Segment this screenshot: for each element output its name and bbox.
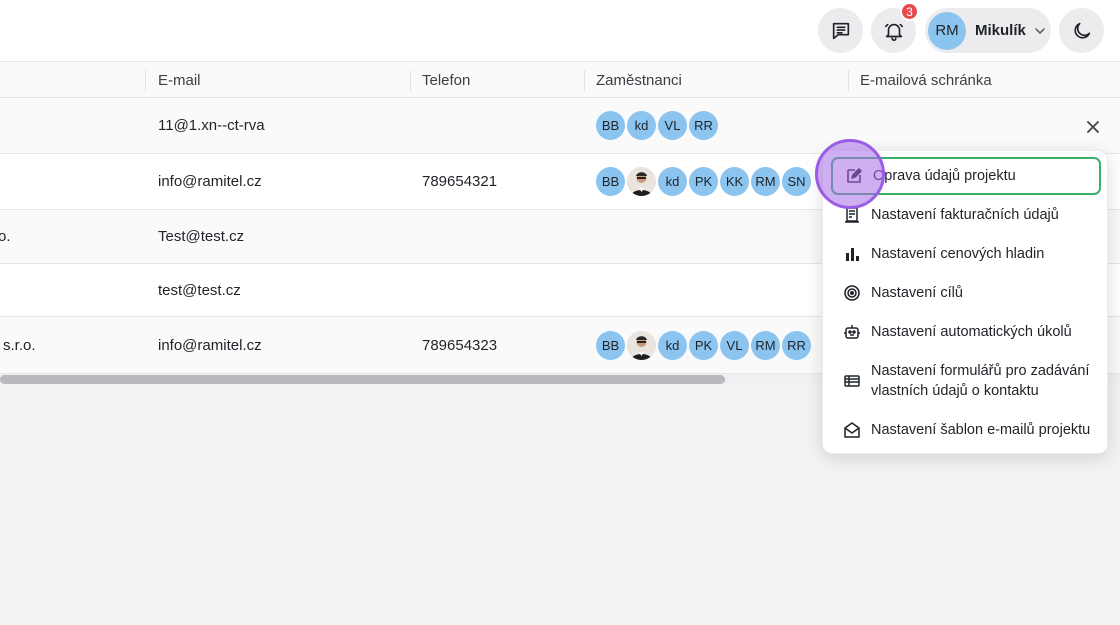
avatar[interactable]: VL [658,111,687,140]
person-photo-icon [627,330,656,360]
bell-icon [884,23,903,41]
person-photo-icon [627,167,656,196]
chat-button[interactable] [818,8,863,53]
menu-item-label: Nastavení formulářů pro zadávání vlastní… [871,363,1090,399]
chevron-down-icon [1035,27,1045,34]
email-cell: Test@test.cz [158,228,245,245]
email-cell: info@ramitel.cz [158,336,262,354]
avatar[interactable]: kd [658,330,687,360]
column-header-mailbox[interactable]: E-mailová schránka [848,62,992,98]
avatar[interactable]: VL [720,330,749,360]
moon-icon [1073,22,1090,39]
table-row[interactable]: 11@1.xn--ct-rva BB kd VL RR [0,98,1120,154]
company-name-cell: o. [0,228,11,245]
notifications-button[interactable]: 3 [871,2,919,53]
column-header-phone[interactable]: Telefon [410,62,470,98]
menu-item-contact-forms[interactable]: Nastavení formulářů pro zadávání vlastní… [831,352,1101,410]
avatar: RM [928,11,966,50]
user-name: Mikulík [975,22,1026,39]
menu-item-goals[interactable]: Nastavení cílů [831,274,1101,312]
menu-item-email-templates[interactable]: Nastavení šablon e-mailů projektu [831,411,1101,449]
menu-item-price-levels[interactable]: Nastavení cenových hladin [831,235,1101,273]
employee-avatars: BB kd VL RR [596,98,720,153]
column-header-employees[interactable]: Zaměstnanci [584,62,682,98]
click-indicator [815,139,885,209]
chat-icon [832,22,849,39]
top-bar: 3 RM Mikulík [0,0,1120,62]
avatar[interactable]: BB [596,330,625,360]
menu-item-label: Nastavení cenových hladin [871,246,1045,262]
employee-avatars: BB kd PK VL RM RR [596,317,813,373]
avatar[interactable]: RR [782,330,811,360]
envelope-open-icon [844,422,860,438]
theme-toggle-button[interactable] [1059,8,1104,53]
avatar[interactable]: BB [596,167,625,196]
email-cell: test@test.cz [158,281,241,299]
menu-item-billing[interactable]: Nastavení fakturačních údajů [831,196,1101,234]
avatar[interactable]: RR [689,111,718,140]
notification-count-badge: 3 [900,2,919,21]
avatar[interactable]: BB [596,111,625,140]
robot-icon [844,325,860,339]
column-header-email[interactable]: E-mail [146,62,201,98]
menu-item-label: Nastavení šablon e-mailů projektu [871,422,1091,438]
avatar[interactable]: PK [689,167,718,196]
close-icon [1087,121,1099,133]
avatar[interactable]: PK [689,330,718,360]
avatar[interactable]: KK [720,167,749,196]
menu-item-auto-tasks[interactable]: Nastavení automatických úkolů [831,313,1101,351]
avatar[interactable]: kd [627,111,656,140]
menu-item-label: Nastavení automatických úkolů [871,324,1072,340]
email-cell: 11@1.xn--ct-rva [158,117,265,134]
user-menu-button[interactable]: RM Mikulík [925,8,1051,53]
close-button[interactable] [1080,114,1106,140]
phone-cell: 789654321 [422,173,498,190]
target-icon [844,285,860,301]
menu-item-label: Nastavení cílů [871,285,963,301]
avatar[interactable]: kd [658,167,687,196]
avatar-photo[interactable] [627,167,656,196]
avatar[interactable]: RM [751,330,780,360]
menu-item-label: Oprava údajů projektu [873,168,1016,184]
employee-avatars: BB kd PK KK RM SN [596,154,813,209]
bar-chart-icon [846,248,859,261]
horizontal-scrollbar-thumb[interactable] [0,375,725,384]
avatar[interactable]: RM [751,167,780,196]
table-header: E-mail Telefon Zaměstnanci E-mailová sch… [0,62,1120,98]
avatar[interactable]: SN [782,167,811,196]
email-cell: info@ramitel.cz [158,173,262,190]
company-name-cell: s.r.o. [3,336,36,354]
menu-item-label: Nastavení fakturačních údajů [871,207,1059,223]
form-list-icon [844,375,860,387]
phone-cell: 789654323 [422,336,498,354]
avatar-photo[interactable] [627,330,656,360]
